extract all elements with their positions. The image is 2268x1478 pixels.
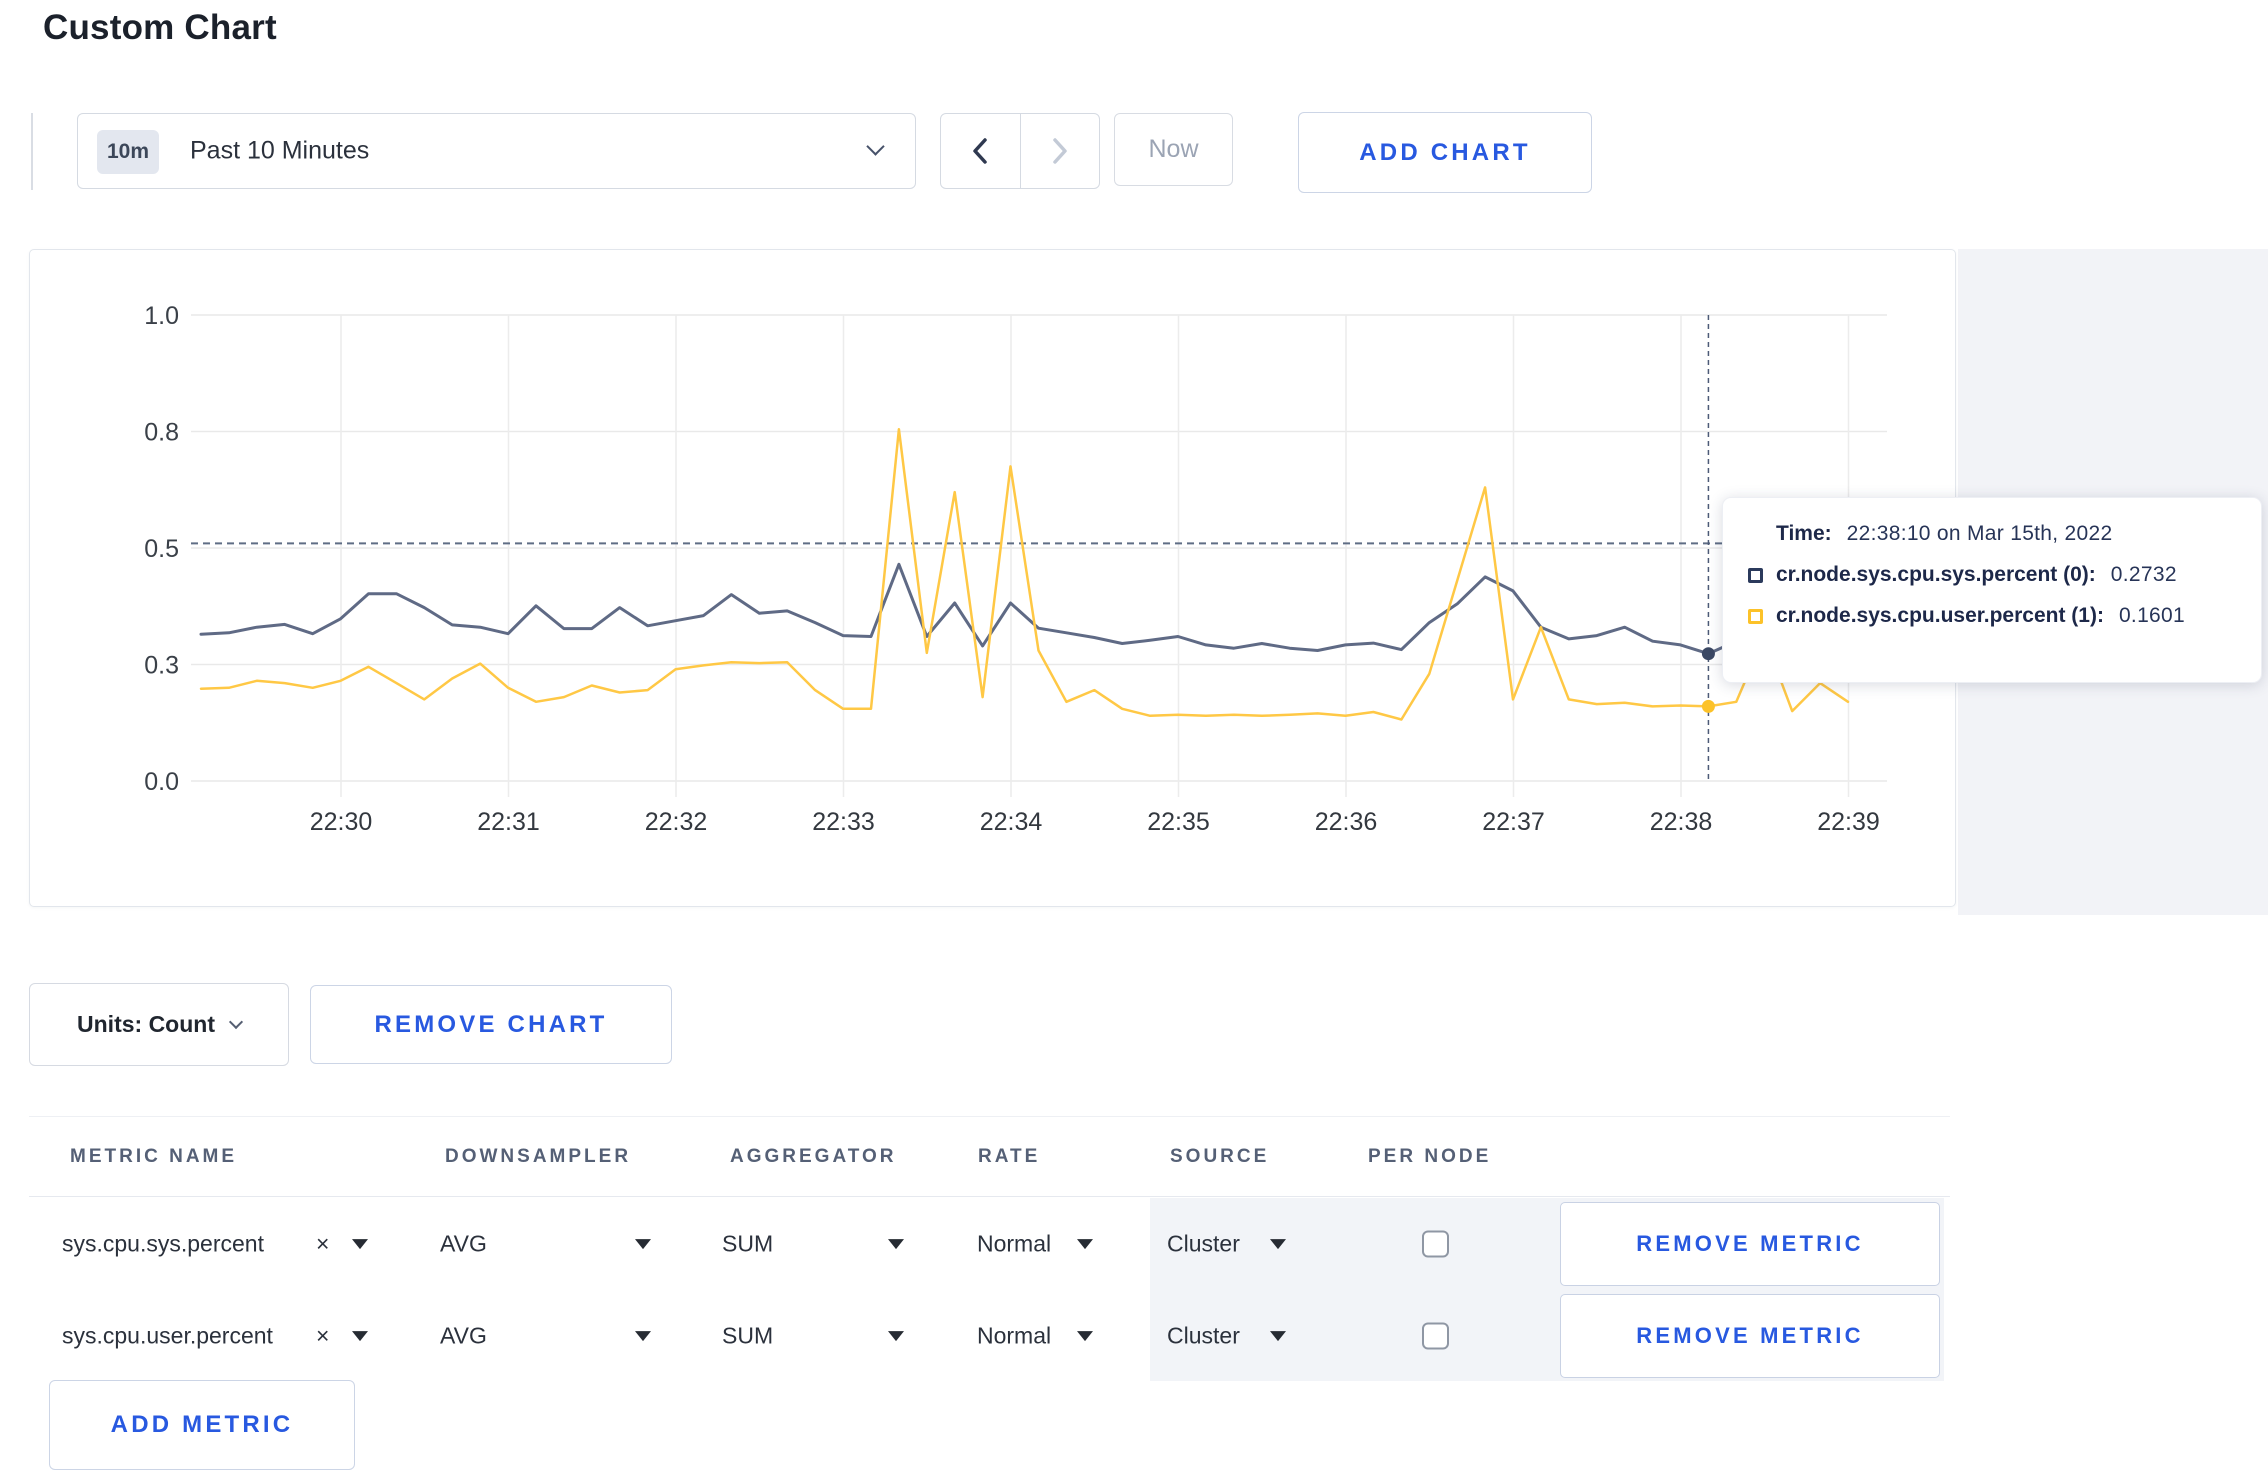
metric-row-2: sys.cpu.user.percent AVG SUM Normal Cluster ×… bbox=[29, 1290, 1950, 1382]
remove-metric-button[interactable]: REMOVE METRIC bbox=[1560, 1294, 1940, 1378]
downsampler-caret-icon[interactable] bbox=[635, 1236, 651, 1254]
tooltip-series-sys-value: 0.2732 bbox=[2110, 563, 2177, 586]
y-axis-tick-label: 0.8 bbox=[144, 419, 179, 447]
tooltip-time-label: Time: bbox=[1776, 522, 1832, 545]
series-sys-swatch-icon bbox=[1748, 567, 1763, 583]
column-header-aggregator: AGGREGATOR bbox=[730, 1145, 897, 1167]
column-header-rate: RATE bbox=[978, 1145, 1041, 1167]
chevron-left-icon bbox=[973, 138, 987, 164]
toolbar-left-divider bbox=[31, 113, 33, 190]
units-select[interactable]: Units: Count bbox=[29, 983, 289, 1066]
remove-chart-button[interactable]: REMOVE CHART bbox=[310, 985, 672, 1064]
tooltip-series-sys-label: cr.node.sys.cpu.sys.percent (0): bbox=[1776, 563, 2096, 586]
chart-panel: 0.0 0.3 0.5 0.8 1.0 22:30 22:31 22:32 22:33 22:34… bbox=[29, 249, 1956, 907]
column-header-source: SOURCE bbox=[1170, 1145, 1270, 1167]
x-axis-tick-label: 22:37 bbox=[1482, 808, 1545, 836]
x-axis-tick-label: 22:38 bbox=[1650, 808, 1713, 836]
aggregator-caret-icon[interactable] bbox=[888, 1236, 904, 1254]
chevron-down-icon bbox=[866, 137, 885, 156]
source-select[interactable]: Cluster bbox=[1167, 1231, 1240, 1258]
x-axis-tick-label: 22:31 bbox=[477, 808, 540, 836]
line-chart[interactable]: 0.0 0.3 0.5 0.8 1.0 22:30 22:31 22:32 22:33 22:34… bbox=[30, 250, 1957, 908]
x-axis-tick-label: 22:35 bbox=[1147, 808, 1210, 836]
tooltip-time-value: 22:38:10 on Mar 15th, 2022 bbox=[1846, 522, 2113, 545]
series-line-user bbox=[199, 427, 1850, 721]
time-range-select[interactable]: 10m Past 10 Minutes bbox=[77, 113, 916, 189]
chart-hover-tooltip: Time: 22:38:10 on Mar 15th, 2022 cr.node… bbox=[1722, 497, 2262, 683]
rate-caret-icon[interactable] bbox=[1077, 1328, 1093, 1346]
tooltip-series-user-label: cr.node.sys.cpu.user.percent (1): bbox=[1776, 604, 2104, 627]
metric-caret-icon[interactable] bbox=[352, 1328, 368, 1346]
column-header-downsampler: DOWNSAMPLER bbox=[445, 1145, 632, 1167]
y-axis-tick-label: 0.0 bbox=[144, 768, 179, 796]
metrics-table: METRIC NAME DOWNSAMPLER AGGREGATOR RATE SOUR… bbox=[29, 1116, 1950, 1382]
remove-metric-button[interactable]: REMOVE METRIC bbox=[1560, 1202, 1940, 1286]
hover-point-sys bbox=[1701, 647, 1715, 661]
y-axis-tick-label: 0.5 bbox=[144, 535, 179, 563]
downsampler-select[interactable]: AVG bbox=[440, 1231, 487, 1258]
downsampler-select[interactable]: AVG bbox=[440, 1323, 487, 1350]
clear-metric-icon[interactable]: × bbox=[316, 1231, 329, 1258]
x-axis-tick-label: 22:36 bbox=[1315, 808, 1378, 836]
per-node-checkbox[interactable] bbox=[1422, 1230, 1449, 1258]
metrics-table-header: METRIC NAME DOWNSAMPLER AGGREGATOR RATE SOUR… bbox=[29, 1117, 1950, 1197]
add-metric-button[interactable]: ADD METRIC bbox=[49, 1380, 355, 1470]
column-header-metric-name: METRIC NAME bbox=[70, 1145, 238, 1167]
x-axis-tick-label: 22:39 bbox=[1817, 808, 1880, 836]
per-node-checkbox[interactable] bbox=[1422, 1322, 1449, 1350]
chevron-right-icon bbox=[1053, 138, 1067, 164]
series-user-swatch-icon bbox=[1748, 608, 1763, 624]
source-caret-icon[interactable] bbox=[1270, 1328, 1286, 1346]
aggregator-select[interactable]: SUM bbox=[722, 1323, 773, 1350]
metric-name-select[interactable]: sys.cpu.user.percent bbox=[62, 1323, 273, 1350]
x-axis-tick-label: 22:30 bbox=[310, 808, 373, 836]
source-select[interactable]: Cluster bbox=[1167, 1323, 1240, 1350]
aggregator-caret-icon[interactable] bbox=[888, 1328, 904, 1346]
custom-chart-page: Custom Chart 10m Past 10 Minutes Now ADD… bbox=[0, 0, 2268, 1478]
rate-select[interactable]: Normal bbox=[977, 1231, 1051, 1258]
source-caret-icon[interactable] bbox=[1270, 1236, 1286, 1254]
add-chart-button[interactable]: ADD CHART bbox=[1298, 112, 1592, 193]
series-line-sys bbox=[199, 562, 1850, 656]
column-header-per-node: PER NODE bbox=[1368, 1145, 1492, 1167]
rate-caret-icon[interactable] bbox=[1077, 1236, 1093, 1254]
tooltip-series-user-value: 0.1601 bbox=[2118, 604, 2185, 627]
downsampler-caret-icon[interactable] bbox=[635, 1328, 651, 1346]
now-button[interactable]: Now bbox=[1114, 113, 1233, 186]
rate-select[interactable]: Normal bbox=[977, 1323, 1051, 1350]
time-range-badge: 10m bbox=[97, 130, 159, 174]
metric-name-select[interactable]: sys.cpu.sys.percent bbox=[62, 1231, 264, 1258]
step-back-button[interactable] bbox=[941, 114, 1020, 188]
page-title: Custom Chart bbox=[43, 8, 277, 47]
hover-point-user bbox=[1701, 699, 1715, 713]
x-axis-tick-label: 22:34 bbox=[980, 808, 1043, 836]
units-select-label: Units: Count bbox=[77, 1011, 215, 1037]
chevron-down-icon bbox=[228, 1014, 244, 1029]
y-axis-tick-label: 0.3 bbox=[144, 652, 179, 680]
metric-caret-icon[interactable] bbox=[352, 1236, 368, 1254]
x-axis-tick-label: 22:32 bbox=[645, 808, 708, 836]
metric-row-1: sys.cpu.sys.percent AVG SUM Normal Cluster × R… bbox=[29, 1198, 1950, 1290]
time-step-buttons bbox=[940, 113, 1100, 189]
step-forward-button[interactable] bbox=[1019, 114, 1100, 188]
clear-metric-icon[interactable]: × bbox=[316, 1323, 329, 1350]
aggregator-select[interactable]: SUM bbox=[722, 1231, 773, 1258]
time-range-label: Past 10 Minutes bbox=[190, 136, 370, 165]
x-axis-tick-label: 22:33 bbox=[812, 808, 875, 836]
y-axis-tick-label: 1.0 bbox=[144, 302, 179, 330]
